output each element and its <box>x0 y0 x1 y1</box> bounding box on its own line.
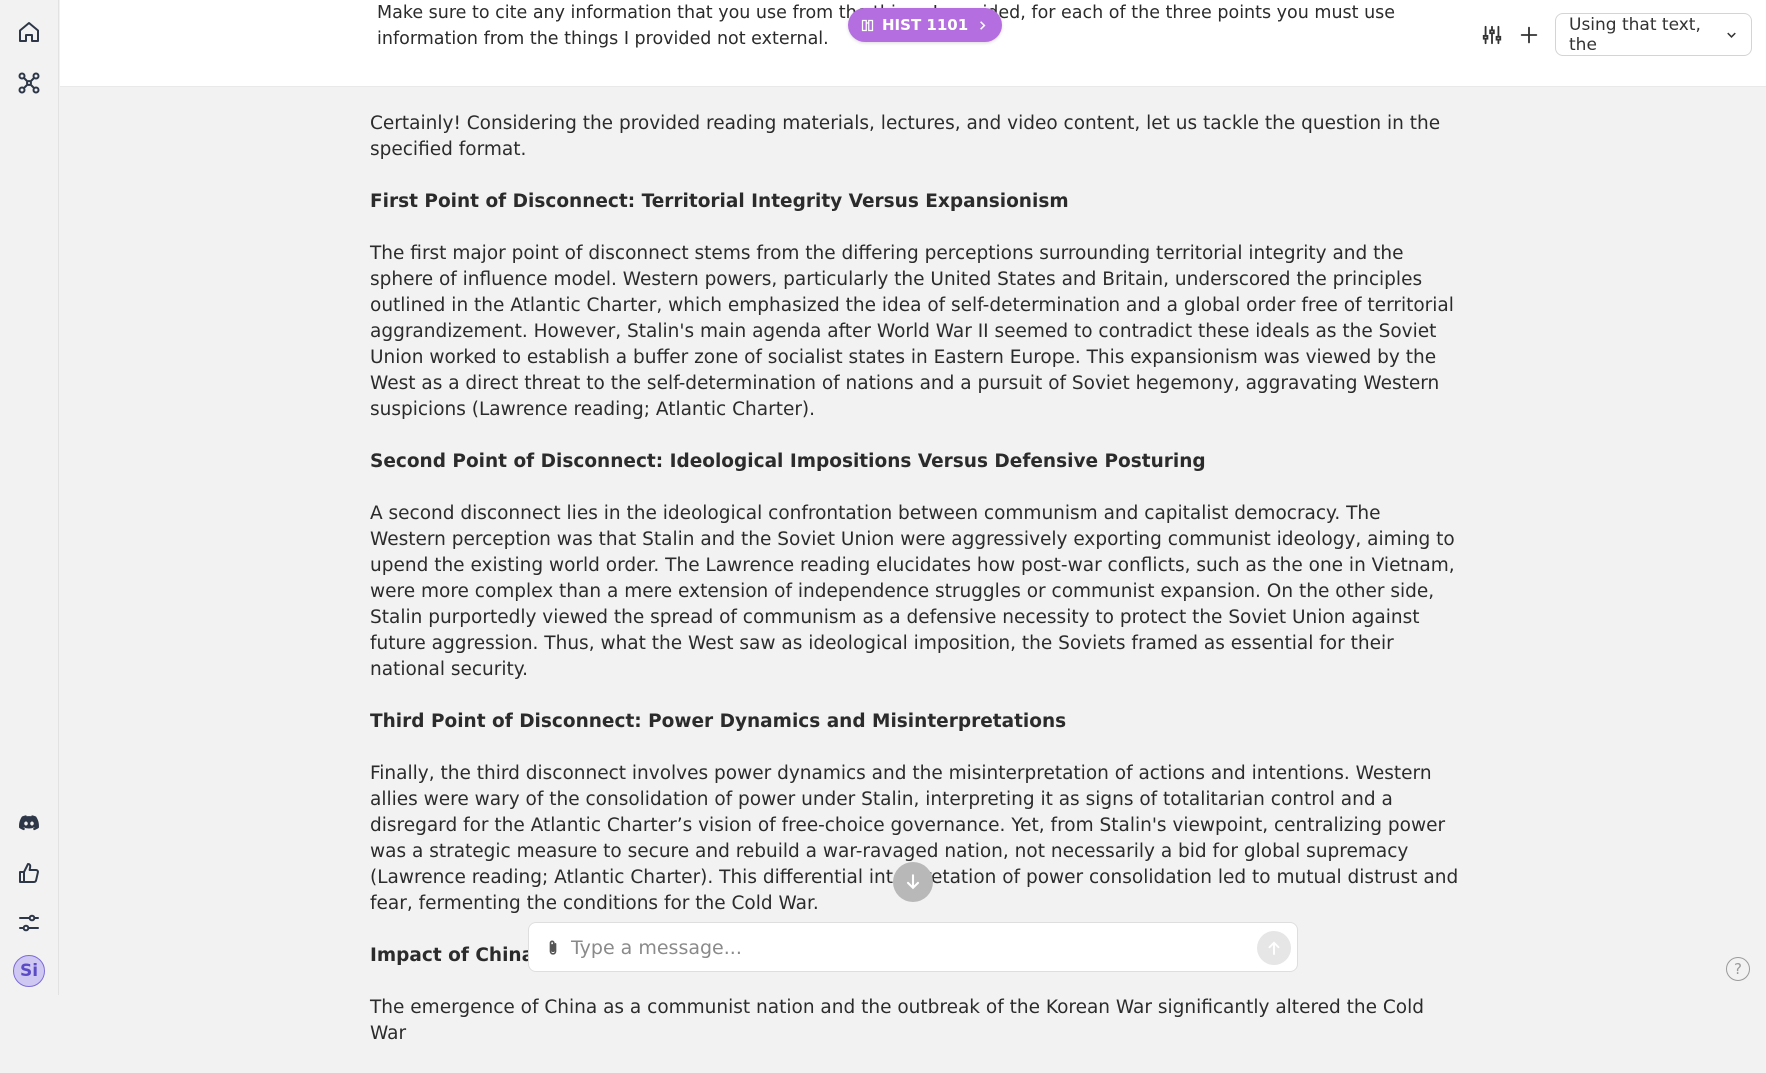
message-input[interactable] <box>571 931 1211 965</box>
sidebar: Si <box>0 0 59 995</box>
plus-icon <box>1520 26 1538 44</box>
model-select-value: Using that text, the <box>1569 14 1701 55</box>
feedback-button[interactable] <box>12 856 46 890</box>
arrow-up-icon <box>1268 941 1280 955</box>
attach-button[interactable] <box>541 936 565 960</box>
arrow-down-icon <box>906 874 920 890</box>
send-button[interactable] <box>1257 931 1291 965</box>
chevron-right-icon <box>980 20 986 30</box>
message-composer <box>528 922 1298 972</box>
sliders-icon <box>19 914 39 932</box>
home-icon <box>19 22 39 42</box>
section-heading: Third Point of Disconnect: Power Dynamic… <box>370 711 1067 732</box>
discord-button[interactable] <box>12 806 46 840</box>
course-pill-label: HIST 1101 <box>882 16 969 34</box>
thumbs-up-icon <box>19 863 39 883</box>
avatar[interactable]: Si <box>13 955 45 987</box>
top-bar: Make sure to cite any information that y… <box>60 0 1766 87</box>
course-pill[interactable]: HIST 1101 <box>848 8 1003 42</box>
settings-button[interactable] <box>12 906 46 940</box>
book-icon <box>861 19 874 31</box>
paperclip-icon <box>549 940 557 955</box>
section-body: The first major point of disconnect stem… <box>370 243 1454 420</box>
discord-icon <box>19 815 39 831</box>
help-button[interactable]: ? <box>1726 957 1750 981</box>
section-body: The emergence of China as a communist na… <box>370 997 1425 1044</box>
chevron-down-icon <box>1727 32 1736 38</box>
section-body: A second disconnect lies in the ideologi… <box>370 503 1455 680</box>
model-select[interactable]: Using that text, the <box>1555 13 1752 56</box>
home-button[interactable] <box>12 15 46 49</box>
response-intro: Certainly! Considering the provided read… <box>370 113 1441 160</box>
section-heading: First Point of Disconnect: Territorial I… <box>370 191 1069 212</box>
graph-nodes-icon <box>18 72 40 94</box>
graph-button[interactable] <box>12 66 46 100</box>
new-chat-button[interactable] <box>1514 20 1544 50</box>
adjust-button[interactable] <box>1477 20 1507 50</box>
scroll-down-button[interactable] <box>893 862 933 902</box>
section-heading: Second Point of Disconnect: Ideological … <box>370 451 1206 472</box>
adjust-sliders-icon <box>1482 25 1502 45</box>
